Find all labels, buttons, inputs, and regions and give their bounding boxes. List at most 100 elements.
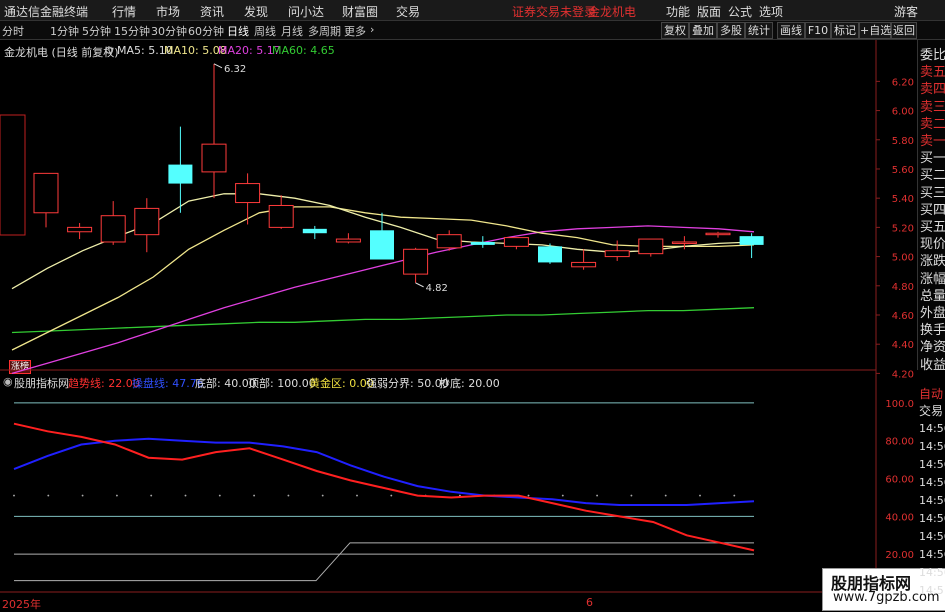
tick-time-3: 14:56 xyxy=(919,476,945,489)
quote-label-3: 卖三 xyxy=(920,99,945,115)
price-tick-1: 6.00 xyxy=(892,107,914,118)
price-tick-7: 4.80 xyxy=(892,282,914,293)
ind-dot xyxy=(356,494,358,497)
quote-label-9: 买四 xyxy=(920,202,945,218)
quote-label-0: 委比 xyxy=(920,48,945,63)
ma60-line xyxy=(11,307,755,334)
tick-time-5: 14:56 xyxy=(919,512,945,525)
ind-dot xyxy=(218,494,221,497)
quote-label-16: 换手 xyxy=(920,323,945,339)
kline-chart[interactable]: 6.32 4.82 6.20 6.00 5.80 5.60 5.40 5.20 5.00 4.8… xyxy=(0,0,945,609)
ind-dot xyxy=(184,494,187,497)
quote-label-18: 收益 xyxy=(920,357,945,373)
candle-body xyxy=(739,236,764,245)
trade-label[interactable]: 交易 xyxy=(919,402,943,419)
candle-body xyxy=(335,238,361,243)
tick-time-6: 14:56 xyxy=(919,530,945,543)
low-pointer xyxy=(415,282,424,288)
ind-dot xyxy=(561,494,564,497)
ind-dot xyxy=(596,494,598,497)
candle-body xyxy=(370,230,394,260)
candle-body xyxy=(302,228,327,234)
candle-body xyxy=(638,238,664,255)
candle-body xyxy=(436,234,462,249)
trend-line xyxy=(13,422,755,552)
quote-label-13: 涨幅 xyxy=(920,271,945,287)
candle-body xyxy=(470,241,495,245)
tick-time-4: 14:56 xyxy=(919,494,945,507)
candle-body xyxy=(67,226,93,233)
ind-dot xyxy=(321,494,324,497)
high-label: 6.32 xyxy=(224,64,246,75)
quote-label-10: 买五 xyxy=(920,220,945,235)
ind-dot xyxy=(287,494,290,497)
ind-dot xyxy=(527,494,530,497)
ind-dot xyxy=(150,494,153,497)
price-tick-10: 4.20 xyxy=(892,369,914,380)
tick-time-9: 14:5 xyxy=(919,584,944,597)
candle-body xyxy=(268,204,294,228)
candle-body xyxy=(604,250,630,258)
candle-body xyxy=(134,207,160,236)
ind-dot xyxy=(664,494,667,497)
candle-body xyxy=(671,241,697,244)
price-tick-3: 5.60 xyxy=(892,165,914,176)
auto-label[interactable]: 自动 xyxy=(919,385,943,402)
ind-dot xyxy=(733,494,736,497)
quote-label-7: 买二 xyxy=(920,168,945,184)
ind-dot xyxy=(47,494,50,497)
candle-body xyxy=(538,246,562,263)
quote-label-5: 卖一 xyxy=(920,134,945,149)
quote-label-12: 涨跌 xyxy=(920,254,945,270)
candle-body xyxy=(100,215,126,243)
quote-label-15: 外盘 xyxy=(920,306,945,321)
quote-label-11: 现价 xyxy=(920,237,945,253)
quote-panel: 委比卖五 卖四 卖三 卖二卖一买一 买二 买三 买四买五现价 涨跌 涨幅 总量外盘换手 净资 收益 xyxy=(917,40,945,373)
low-label: 4.82 xyxy=(426,283,448,294)
quote-label-2: 卖四 xyxy=(920,82,945,98)
price-tick-4: 5.40 xyxy=(892,194,914,205)
ind-tick-2: 60.00 xyxy=(885,475,914,486)
ind-dot xyxy=(13,494,15,497)
ind-dot xyxy=(630,494,633,497)
price-tick-6: 5.00 xyxy=(892,253,914,264)
candle-body xyxy=(503,237,529,247)
quote-label-4: 卖二 xyxy=(920,116,945,132)
quote-label-8: 买三 xyxy=(920,185,945,201)
tick-time-2: 14:56 xyxy=(919,458,945,471)
ind-dot xyxy=(253,494,256,497)
ind-dot xyxy=(116,494,118,497)
price-tick-9: 4.40 xyxy=(892,340,914,351)
tick-time-8: 14:56 xyxy=(919,566,945,579)
ind-dot xyxy=(81,494,84,497)
candle-body xyxy=(201,143,227,173)
tick-time-0: 14:56 xyxy=(919,422,945,435)
golden-zone-line xyxy=(14,542,754,582)
ind-dot xyxy=(390,494,393,497)
candle-body xyxy=(705,232,731,236)
ind-tick-3: 40.00 xyxy=(885,512,914,523)
year-label: 2025年 xyxy=(2,598,41,611)
quote-label-1: 卖五 xyxy=(920,65,945,81)
price-tick-5: 5.20 xyxy=(892,223,914,234)
candle-body xyxy=(168,164,193,184)
candle-body xyxy=(235,183,261,204)
month-label: 6 xyxy=(586,596,593,609)
candle-body xyxy=(403,248,429,275)
ind-tick-4: 20.00 xyxy=(885,550,914,561)
price-tick-0: 6.20 xyxy=(892,77,914,88)
ind-dot xyxy=(699,494,701,497)
candle-body xyxy=(33,172,59,214)
price-tick-2: 5.80 xyxy=(892,136,914,147)
price-tick-8: 4.60 xyxy=(892,311,914,322)
ind-tick-0: 100.0 xyxy=(885,399,914,410)
tick-time-1: 14:56 xyxy=(919,440,945,453)
candle-body xyxy=(571,261,597,268)
quote-label-6: 买一 xyxy=(920,151,945,167)
volume-frame xyxy=(0,114,26,236)
high-pointer xyxy=(213,63,223,69)
ind-tick-1: 80.00 xyxy=(885,437,914,448)
quote-label-14: 总量 xyxy=(920,288,945,304)
tick-time-7: 14:56 xyxy=(919,548,945,561)
quote-label-17: 净资 xyxy=(920,340,945,356)
